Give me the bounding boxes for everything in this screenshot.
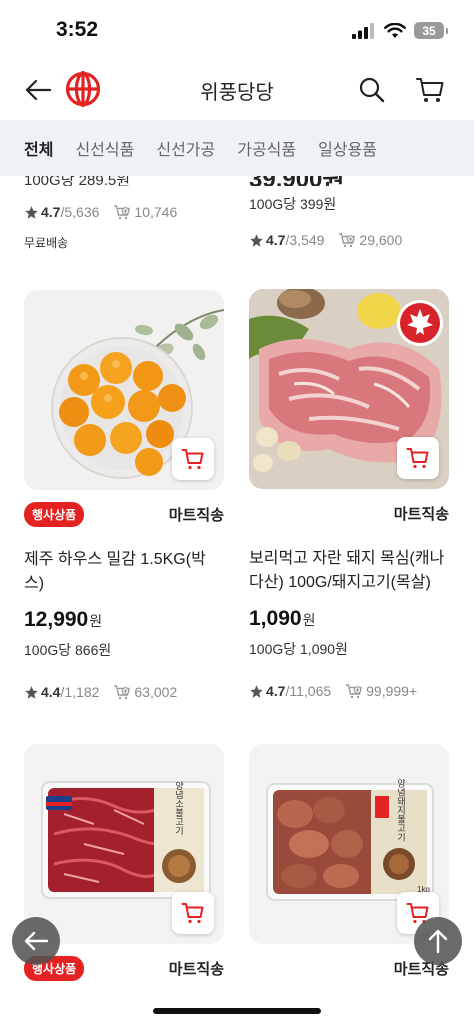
purchase-count: 29,600 [338,232,402,248]
product-image-beef-bulgogi[interactable]: 양념소불고기 [24,744,224,944]
arrow-up-icon [428,929,448,954]
package-label-text: 양념소불고기 [174,781,184,836]
price-currency: 원 [302,612,316,628]
package-label-text: 양념돼지불고기 [396,778,406,842]
add-to-cart-button[interactable] [172,438,214,480]
rating-value: 4.7 [266,232,286,248]
product-card-partial[interactable]: 39,900원 100G당 399원 4.7 /3,549 29,600 [249,176,449,248]
product-list: 100G당 289.5원 4.7 /5,636 10,746 무료배송 행사상품… [0,176,474,1025]
product-badges: 마트직송 [249,956,449,980]
per-unit-price: 100G당 1,090원 [249,641,348,657]
rating-value: 4.7 [266,683,286,699]
add-to-cart-button[interactable] [397,437,439,479]
search-icon [359,77,385,103]
back-button[interactable] [20,72,56,108]
event-badge: 행사상품 [24,501,85,527]
star-icon [250,233,263,247]
product-badges: 행사상품 마트직송 [24,955,224,981]
product-price: 12,990 원 [24,608,224,632]
rating-value: 4.7 [41,204,61,220]
rating-value: 4.4 [41,684,61,700]
purchase-count: 99,999+ [345,683,417,699]
purchase-count-value: 63,002 [134,684,178,700]
cart-plus-icon [114,205,131,220]
per-unit-price-clipped: 100G당 289.5원 [24,176,130,186]
product-card-partial[interactable]: 100G당 289.5원 4.7 /5,636 10,746 무료배송 [24,176,224,251]
product-price: 1,090 원 [249,607,449,631]
star-icon [25,685,38,699]
cart-icon [181,449,204,470]
product-badges: 마트직송 [249,501,449,525]
product-badges: 행사상품 마트직송 [24,501,224,527]
arrow-left-icon [24,931,49,951]
tab-processed-food[interactable]: 가공식품 [237,136,296,160]
price-value: 12,990 [24,608,89,631]
product-name[interactable]: 제주 하우스 밀감 1.5KG(박스) [24,548,224,596]
product-image-pork-neck[interactable] [249,289,449,489]
per-unit-price: 100G당 866원 [24,642,112,658]
review-count: /1,182 [60,684,100,700]
wifi-icon [384,22,406,38]
cart-icon [406,448,429,469]
arrow-left-icon [25,79,52,101]
purchase-count-value: 29,600 [359,232,403,248]
product-stats: 4.4 /1,182 63,002 [24,684,224,700]
category-tabs: 전체 신선식품 신선가공 가공식품 일상용품 [0,120,474,176]
cart-button[interactable] [410,70,450,110]
product-name[interactable]: 보리먹고 자란 돼지 목심(캐나다산) 100G/돼지고기(목살) [249,547,449,595]
app-header: 위풍당당 [0,62,474,118]
battery-icon: 35 [414,22,448,39]
star-icon [25,205,38,219]
scroll-to-top-button[interactable] [414,917,462,965]
price-value: 1,090 [249,607,302,630]
product-stats: 4.7 /3,549 29,600 [249,232,449,248]
cart-plus-icon [346,684,363,699]
purchase-count-value: 10,746 [134,204,178,220]
cart-plus-icon [339,233,356,248]
purchase-count: 63,002 [113,684,177,700]
search-button[interactable] [354,72,390,108]
cart-icon [181,903,204,924]
product-image-mandarin[interactable] [24,290,224,490]
signal-icon [352,22,374,39]
product-stats: 4.7 /5,636 10,746 [24,204,224,220]
tab-daily-goods[interactable]: 일상용품 [318,136,377,160]
cart-icon [416,78,444,102]
review-count: /11,065 [285,683,332,699]
price-value-clipped: 39,900원 [249,176,449,186]
tab-fresh-food[interactable]: 신선식품 [75,136,134,160]
home-indicator[interactable] [153,1008,321,1014]
status-icons: 35 [352,22,448,39]
product-stats: 4.7 /11,065 99,999+ [249,683,449,699]
product-card[interactable]: 마트직송 보리먹고 자란 돼지 목심(캐나다산) 100G/돼지고기(목살) 1… [249,289,449,699]
brand-logo-icon [65,71,101,107]
product-card[interactable]: 행사상품 마트직송 제주 하우스 밀감 1.5KG(박스) 12,990 원 1… [24,290,224,700]
seller-label: 마트직송 [168,506,224,524]
seller-label: 마트직송 [393,505,449,523]
cart-plus-icon [114,685,131,700]
star-icon [250,684,263,698]
product-column-right: 39,900원 100G당 399원 4.7 /3,549 29,600 [249,176,449,978]
review-count: /3,549 [285,232,325,248]
tab-fresh-processed[interactable]: 신선가공 [156,136,215,160]
product-image-pork-bulgogi[interactable]: 양념돼지불고기 1kg [249,744,449,944]
review-count: /5,636 [60,204,100,220]
purchase-count-value: 99,999+ [366,683,418,699]
status-time: 3:52 [56,18,99,41]
tab-all[interactable]: 전체 [24,136,53,160]
purchase-count: 10,746 [113,204,177,220]
status-bar: 3:52 35 [0,0,474,62]
free-shipping-label: 무료배송 [24,236,69,250]
seller-label: 마트직송 [168,960,224,978]
floating-back-button[interactable] [12,917,60,965]
price-currency: 원 [89,613,103,629]
product-column-left: 100G당 289.5원 4.7 /5,636 10,746 무료배송 행사상품… [24,176,224,981]
add-to-cart-button[interactable] [172,892,214,934]
per-unit-price: 100G당 399원 [249,196,337,212]
